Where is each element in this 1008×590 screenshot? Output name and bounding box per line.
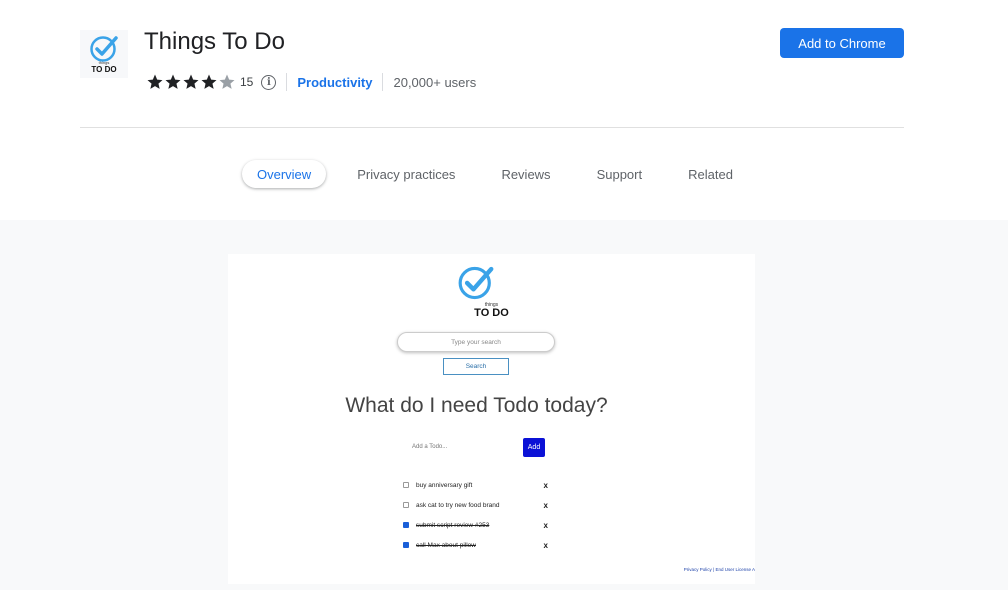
screenshot-todo-list: buy anniversary gift x ask cat to try ne… bbox=[400, 475, 552, 555]
todo-item: call Max about pillow x bbox=[400, 535, 552, 555]
rating-stars[interactable] bbox=[146, 73, 236, 91]
header-divider bbox=[80, 127, 904, 128]
tab-related[interactable]: Related bbox=[673, 160, 748, 188]
todo-text: ask cat to try new food brand bbox=[416, 501, 500, 509]
tab-reviews[interactable]: Reviews bbox=[486, 160, 565, 188]
screenshot-gallery: things TO DO Type your search Search Wha… bbox=[0, 220, 1008, 590]
add-to-chrome-button[interactable]: Add to Chrome bbox=[780, 28, 904, 58]
check-circle-icon bbox=[458, 266, 494, 300]
extension-logo-icon: things TO DO bbox=[80, 30, 128, 78]
todo-remove: x bbox=[543, 540, 548, 550]
star-full-icon bbox=[183, 74, 199, 89]
todo-remove: x bbox=[543, 480, 548, 490]
tab-privacy-practices[interactable]: Privacy practices bbox=[342, 160, 470, 188]
logo-big-text: TO DO bbox=[91, 65, 117, 74]
meta-divider bbox=[382, 73, 384, 91]
screenshot-heading: What do I need Todo today? bbox=[345, 394, 608, 417]
user-count: 20,000+ users bbox=[393, 74, 477, 90]
screenshot-add-todo-input: Add a Todo... bbox=[412, 444, 448, 450]
todo-checkbox-checked bbox=[403, 542, 409, 548]
todo-remove: x bbox=[543, 500, 548, 510]
chrome-web-store-page: things TO DO Things To Do 15 i Productiv… bbox=[0, 0, 1008, 590]
todo-item: submit script review #253 x bbox=[400, 515, 552, 535]
todo-checkbox bbox=[403, 502, 409, 508]
screenshot-add-button: Add bbox=[523, 438, 545, 457]
screenshot-logo-big-text: TO DO bbox=[474, 307, 509, 319]
todo-item: buy anniversary gift x bbox=[400, 475, 552, 495]
todo-checkbox-checked bbox=[403, 522, 409, 528]
meta-divider bbox=[286, 73, 288, 91]
info-icon[interactable]: i bbox=[261, 74, 277, 90]
screenshot-search-button: Search bbox=[443, 358, 509, 375]
todo-text: submit script review #253 bbox=[416, 521, 490, 529]
screenshot-footer-links: Privacy Policy | End User License A bbox=[683, 567, 755, 572]
screenshot-search-input: Type your search bbox=[397, 332, 555, 352]
extension-title: Things To Do bbox=[144, 28, 285, 55]
star-full-icon bbox=[147, 74, 163, 89]
star-full-icon bbox=[165, 74, 181, 89]
todo-text: call Max about pillow bbox=[416, 541, 476, 549]
tab-overview[interactable]: Overview bbox=[242, 160, 327, 188]
tab-support[interactable]: Support bbox=[582, 160, 658, 188]
extension-screenshot[interactable]: things TO DO Type your search Search Wha… bbox=[228, 254, 755, 584]
todo-item: ask cat to try new food brand x bbox=[400, 495, 552, 515]
extension-meta: 15 i Productivity 20,000+ users bbox=[146, 72, 476, 92]
star-full-icon bbox=[201, 74, 217, 89]
todo-text: buy anniversary gift bbox=[416, 481, 473, 489]
todo-checkbox bbox=[403, 482, 409, 488]
todo-remove: x bbox=[543, 520, 548, 530]
star-empty-icon bbox=[219, 74, 235, 89]
category-link[interactable]: Productivity bbox=[297, 75, 372, 90]
detail-tabs: Overview Privacy practices Reviews Suppo… bbox=[242, 160, 750, 188]
rating-count[interactable]: 15 bbox=[240, 75, 253, 89]
